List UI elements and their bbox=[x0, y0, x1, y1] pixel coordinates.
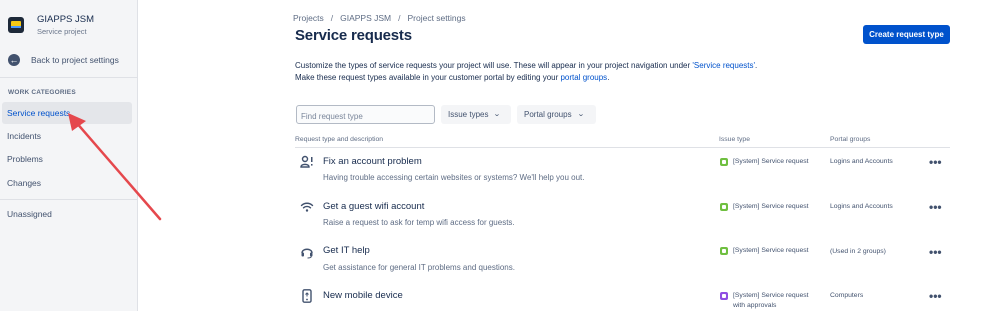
description-text: . bbox=[607, 73, 610, 82]
service-request-approvals-icon bbox=[720, 292, 728, 300]
sidebar: GIAPPS JSM Service project ← Back to pro… bbox=[0, 0, 138, 311]
breadcrumb-separator: / bbox=[330, 13, 334, 23]
portal-groups-value: Computers bbox=[830, 292, 864, 299]
breadcrumb-separator: / bbox=[398, 13, 401, 23]
request-type-description: Raise a request to ask for temp wifi acc… bbox=[323, 218, 515, 227]
breadcrumb: Projects / GIAPPS JSM / Project settings bbox=[293, 13, 466, 23]
request-type-description: Having trouble accessing certain website… bbox=[323, 173, 585, 182]
sidebar-item-incidents[interactable]: Incidents bbox=[2, 125, 132, 147]
issue-type: [System] Service request bbox=[720, 202, 809, 212]
issue-type: [System] Service request with approvals bbox=[720, 291, 809, 311]
project-header[interactable]: GIAPPS JSM Service project bbox=[8, 14, 94, 38]
header-request-type: Request type and description bbox=[295, 136, 384, 143]
service-request-icon bbox=[720, 158, 728, 166]
sidebar-divider bbox=[0, 199, 137, 200]
search-field bbox=[296, 105, 435, 125]
table-header-divider bbox=[295, 147, 950, 148]
issue-type-label: [System] Service request bbox=[733, 203, 809, 210]
description-text: Make these request types available in yo… bbox=[295, 73, 561, 82]
back-label: Back to project settings bbox=[31, 55, 119, 65]
header-issue-type: Issue type bbox=[719, 136, 750, 143]
sidebar-item-problems[interactable]: Problems bbox=[2, 148, 132, 170]
chevron-down-icon: ⌄ bbox=[493, 111, 502, 118]
page-title: Service requests bbox=[295, 27, 412, 44]
page-description: Customize the types of service requests … bbox=[295, 60, 757, 84]
breadcrumb-project-settings[interactable]: Project settings bbox=[407, 13, 465, 23]
project-type: Service project bbox=[37, 27, 87, 36]
issue-type: [System] Service request bbox=[720, 157, 809, 167]
sidebar-item-unassigned[interactable]: Unassigned bbox=[2, 203, 132, 225]
chevron-down-icon: ⌄ bbox=[576, 111, 585, 118]
sidebar-item-changes[interactable]: Changes bbox=[2, 172, 132, 194]
portal-groups-dropdown[interactable]: Portal groups ⌄ bbox=[517, 105, 596, 124]
service-request-icon bbox=[720, 203, 728, 211]
issue-types-label: Issue types bbox=[448, 110, 489, 119]
service-requests-link[interactable]: 'Service requests' bbox=[692, 61, 755, 70]
request-type-title[interactable]: Get IT help bbox=[323, 245, 370, 256]
sidebar-divider bbox=[0, 77, 137, 78]
request-type-title[interactable]: Fix an account problem bbox=[323, 156, 422, 167]
portal-groups-value: Logins and Accounts bbox=[830, 158, 893, 165]
issue-type-label: [System] Service request bbox=[733, 247, 809, 254]
breadcrumb-projects[interactable]: Projects bbox=[293, 13, 324, 23]
wifi-icon bbox=[300, 202, 314, 212]
project-name: GIAPPS JSM bbox=[37, 14, 95, 25]
portal-groups-value: (Used in 2 groups) bbox=[830, 248, 886, 255]
arrow-left-icon: ← bbox=[8, 54, 20, 66]
more-actions-button[interactable]: ••• bbox=[929, 155, 942, 169]
request-type-title[interactable]: Get a guest wifi account bbox=[323, 201, 424, 212]
search-input[interactable] bbox=[297, 108, 434, 125]
issue-type-label: [System] Service request bbox=[733, 292, 809, 299]
description-text: Customize the types of service requests … bbox=[295, 61, 693, 70]
portal-groups-link[interactable]: portal groups bbox=[560, 73, 607, 82]
request-type-description: Get assistance for general IT problems a… bbox=[323, 263, 515, 272]
portal-groups-value: Logins and Accounts bbox=[830, 203, 893, 210]
mobile-device-icon bbox=[302, 289, 312, 303]
issue-type-label-line2: with approvals bbox=[733, 302, 777, 309]
create-request-type-button[interactable]: Create request type bbox=[863, 25, 950, 44]
sidebar-item-service-requests[interactable]: Service requests bbox=[2, 102, 132, 124]
issue-types-dropdown[interactable]: Issue types ⌄ bbox=[441, 105, 511, 124]
back-to-settings-link[interactable]: ← Back to project settings bbox=[8, 54, 119, 66]
account-problem-icon bbox=[300, 155, 313, 168]
headset-icon bbox=[301, 248, 313, 259]
header-portal-groups: Portal groups bbox=[830, 136, 871, 143]
service-request-icon bbox=[720, 247, 728, 255]
request-type-title[interactable]: New mobile device bbox=[323, 290, 403, 301]
more-actions-button[interactable]: ••• bbox=[929, 289, 942, 303]
description-text: . bbox=[755, 61, 758, 70]
more-actions-button[interactable]: ••• bbox=[929, 200, 942, 214]
issue-type-label: [System] Service request bbox=[733, 158, 809, 165]
project-avatar-icon bbox=[8, 17, 24, 33]
work-categories-heading: WORK CATEGORIES bbox=[8, 89, 76, 96]
issue-type: [System] Service request bbox=[720, 246, 809, 256]
breadcrumb-project[interactable]: GIAPPS JSM bbox=[340, 13, 391, 23]
more-actions-button[interactable]: ••• bbox=[929, 245, 942, 259]
portal-groups-label: Portal groups bbox=[524, 110, 572, 119]
